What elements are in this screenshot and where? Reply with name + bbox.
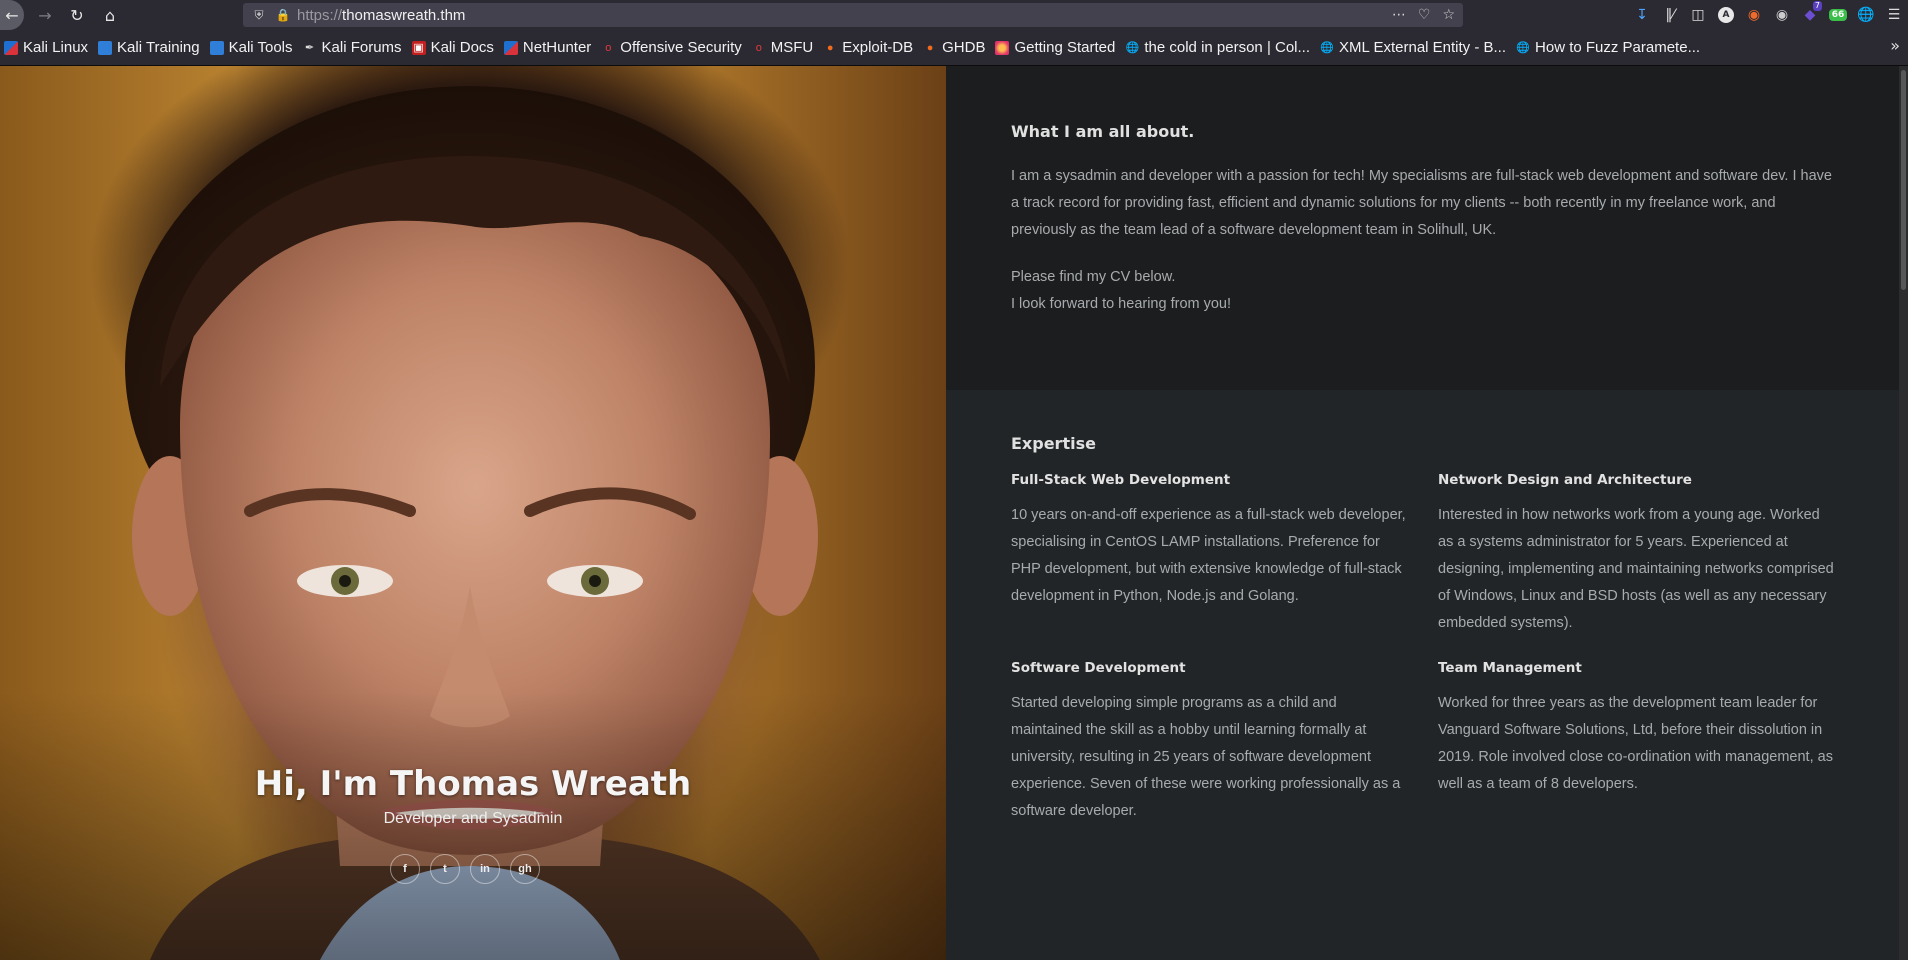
shield-icon[interactable]: ⛨ — [251, 8, 267, 23]
expertise-title-team: Team Management — [1438, 660, 1582, 676]
bookmark-getting-started[interactable]: Getting Started — [995, 36, 1115, 60]
back-arrow-icon[interactable]: ← — [0, 0, 24, 30]
url-host: thomaswreath.thm — [342, 6, 466, 24]
library-icon[interactable]: ‖⁄ — [1656, 0, 1684, 30]
globe-icon: 🌐 — [1125, 41, 1140, 54]
expertise-text-web: 10 years on-and-off experience as a full… — [1011, 507, 1406, 604]
msfu-icon: ᴏ — [755, 41, 762, 54]
bookmark-kali-docs[interactable]: ▣ Kali Docs — [411, 36, 494, 60]
bookmark-kali-training[interactable]: Kali Training — [98, 36, 200, 60]
hero-title: Hi, I'm Thomas Wreath — [254, 764, 692, 804]
nethunter-icon — [503, 40, 518, 55]
browser-toolbar: ← → ↻ ⌂ ⛨ 🔒 https://thomaswreath.thm ⋯ ♡… — [0, 0, 1908, 30]
globe-icon: 🌐 — [1320, 41, 1334, 54]
expertise-title-network: Network Design and Architecture — [1438, 472, 1692, 488]
hero-subtitle: Developer and Sysadmin — [383, 810, 563, 827]
home-icon[interactable]: ⌂ — [95, 0, 125, 30]
page-scrollbar[interactable] — [1899, 66, 1908, 960]
github-icon[interactable]: gh — [510, 854, 540, 884]
globe-extension-icon[interactable]: 🌐 — [1852, 0, 1880, 30]
linkedin-icon[interactable]: in — [470, 854, 500, 884]
extension-badge: 7 — [1812, 1, 1822, 11]
kali-docs-icon: ▣ — [411, 40, 426, 55]
about-closing-line: I look forward to hearing from you! — [1011, 296, 1232, 312]
bookmark-kali-linux[interactable]: Kali Linux — [4, 36, 88, 60]
about-section: What I am all about. I am a sysadmin and… — [946, 66, 1908, 390]
about-cv-note: Please find my CV below. I look forward … — [1011, 264, 1841, 318]
facebook-icon[interactable]: f — [390, 854, 420, 884]
hackbar-extension-icon[interactable]: ◆ 7 — [1796, 0, 1824, 30]
wappalyzer-extension-icon[interactable]: ◉ — [1768, 0, 1796, 30]
bookmark-exploit-db[interactable]: ● Exploit-DB — [823, 36, 913, 60]
expertise-title-software: Software Development — [1011, 660, 1186, 676]
kali-tools-icon — [209, 40, 224, 55]
about-heading: What I am all about. — [1011, 122, 1195, 141]
bookmark-fuzz[interactable]: 🌐 How to Fuzz Paramete... — [1516, 36, 1700, 60]
content-panel: What I am all about. I am a sysadmin and… — [946, 66, 1908, 960]
bookmark-nethunter[interactable]: NetHunter — [503, 36, 591, 60]
about-cv-line: Please find my CV below. — [1011, 269, 1176, 285]
menu-icon[interactable]: ☰ — [1880, 0, 1908, 30]
page-viewport: Hi, I'm Thomas Wreath Developer and Sysa… — [0, 66, 1908, 960]
expertise-title-web: Full-Stack Web Development — [1011, 472, 1231, 488]
page-actions-icon[interactable]: ⋯ — [1392, 7, 1406, 23]
downloads-icon[interactable]: ↧ — [1628, 0, 1656, 30]
expertise-text-software: Started developing simple programs as a … — [1011, 695, 1401, 819]
bookmarks-overflow-icon[interactable]: » — [1890, 36, 1900, 55]
bookmark-offensive-security[interactable]: ᴏ Offensive Security — [601, 36, 742, 60]
url-text[interactable]: https://thomaswreath.thm — [297, 7, 465, 24]
offsec-icon: ᴏ — [605, 41, 612, 54]
about-paragraph: I am a sysadmin and developer with a pas… — [1011, 168, 1832, 238]
bookmarks-bar: Kali Linux Kali Training Kali Tools ✒ Kal… — [0, 30, 1908, 66]
bookmark-xxe[interactable]: 🌐 XML External Entity - B... — [1320, 36, 1506, 60]
sidebar-icon[interactable]: ◫ — [1684, 0, 1712, 30]
expertise-text-team: Worked for three years as the developmen… — [1438, 695, 1833, 792]
globe-icon: 🌐 — [1516, 41, 1530, 54]
kali-training-icon — [98, 40, 113, 55]
pocket-icon[interactable]: ♡ — [1418, 7, 1431, 23]
scrollbar-thumb[interactable] — [1901, 70, 1906, 290]
ghdb-icon: ● — [926, 41, 934, 54]
cookie-extension-icon[interactable]: 66 — [1824, 0, 1852, 30]
bookmark-star-icon[interactable]: ☆ — [1442, 7, 1455, 23]
expertise-heading: Expertise — [1011, 434, 1096, 453]
hero-section: Hi, I'm Thomas Wreath Developer and Sysa… — [0, 66, 946, 960]
social-links: f t in gh — [390, 854, 540, 884]
url-scheme: https:// — [297, 6, 343, 24]
kali-icon — [4, 40, 18, 55]
expertise-section: Expertise Full-Stack Web Development 10 … — [946, 390, 1908, 960]
exploitdb-icon: ● — [826, 41, 834, 54]
bookmark-msfu[interactable]: ᴏ MSFU — [752, 36, 814, 60]
expertise-text-network: Interested in how networks work from a y… — [1438, 507, 1834, 631]
forward-arrow-icon[interactable]: → — [30, 0, 60, 30]
url-bar[interactable]: ⛨ 🔒 https://thomaswreath.thm ⋯ ♡ ☆ — [243, 3, 1463, 27]
reload-icon[interactable]: ↻ — [62, 0, 92, 30]
account-extension-icon[interactable]: A — [1712, 0, 1740, 30]
bookmark-kali-tools[interactable]: Kali Tools — [209, 36, 293, 60]
foxyproxy-extension-icon[interactable]: ◉ — [1740, 0, 1768, 30]
bookmark-ghdb[interactable]: ● GHDB — [923, 36, 986, 60]
kali-forums-icon: ✒ — [304, 41, 315, 54]
bookmark-kali-forums[interactable]: ✒ Kali Forums — [303, 36, 402, 60]
bookmark-cold-in-person[interactable]: 🌐 the cold in person | Col... — [1125, 36, 1311, 60]
firefox-icon — [995, 40, 1010, 55]
lock-warning-icon[interactable]: 🔒 — [275, 8, 291, 22]
twitter-icon[interactable]: t — [430, 854, 460, 884]
